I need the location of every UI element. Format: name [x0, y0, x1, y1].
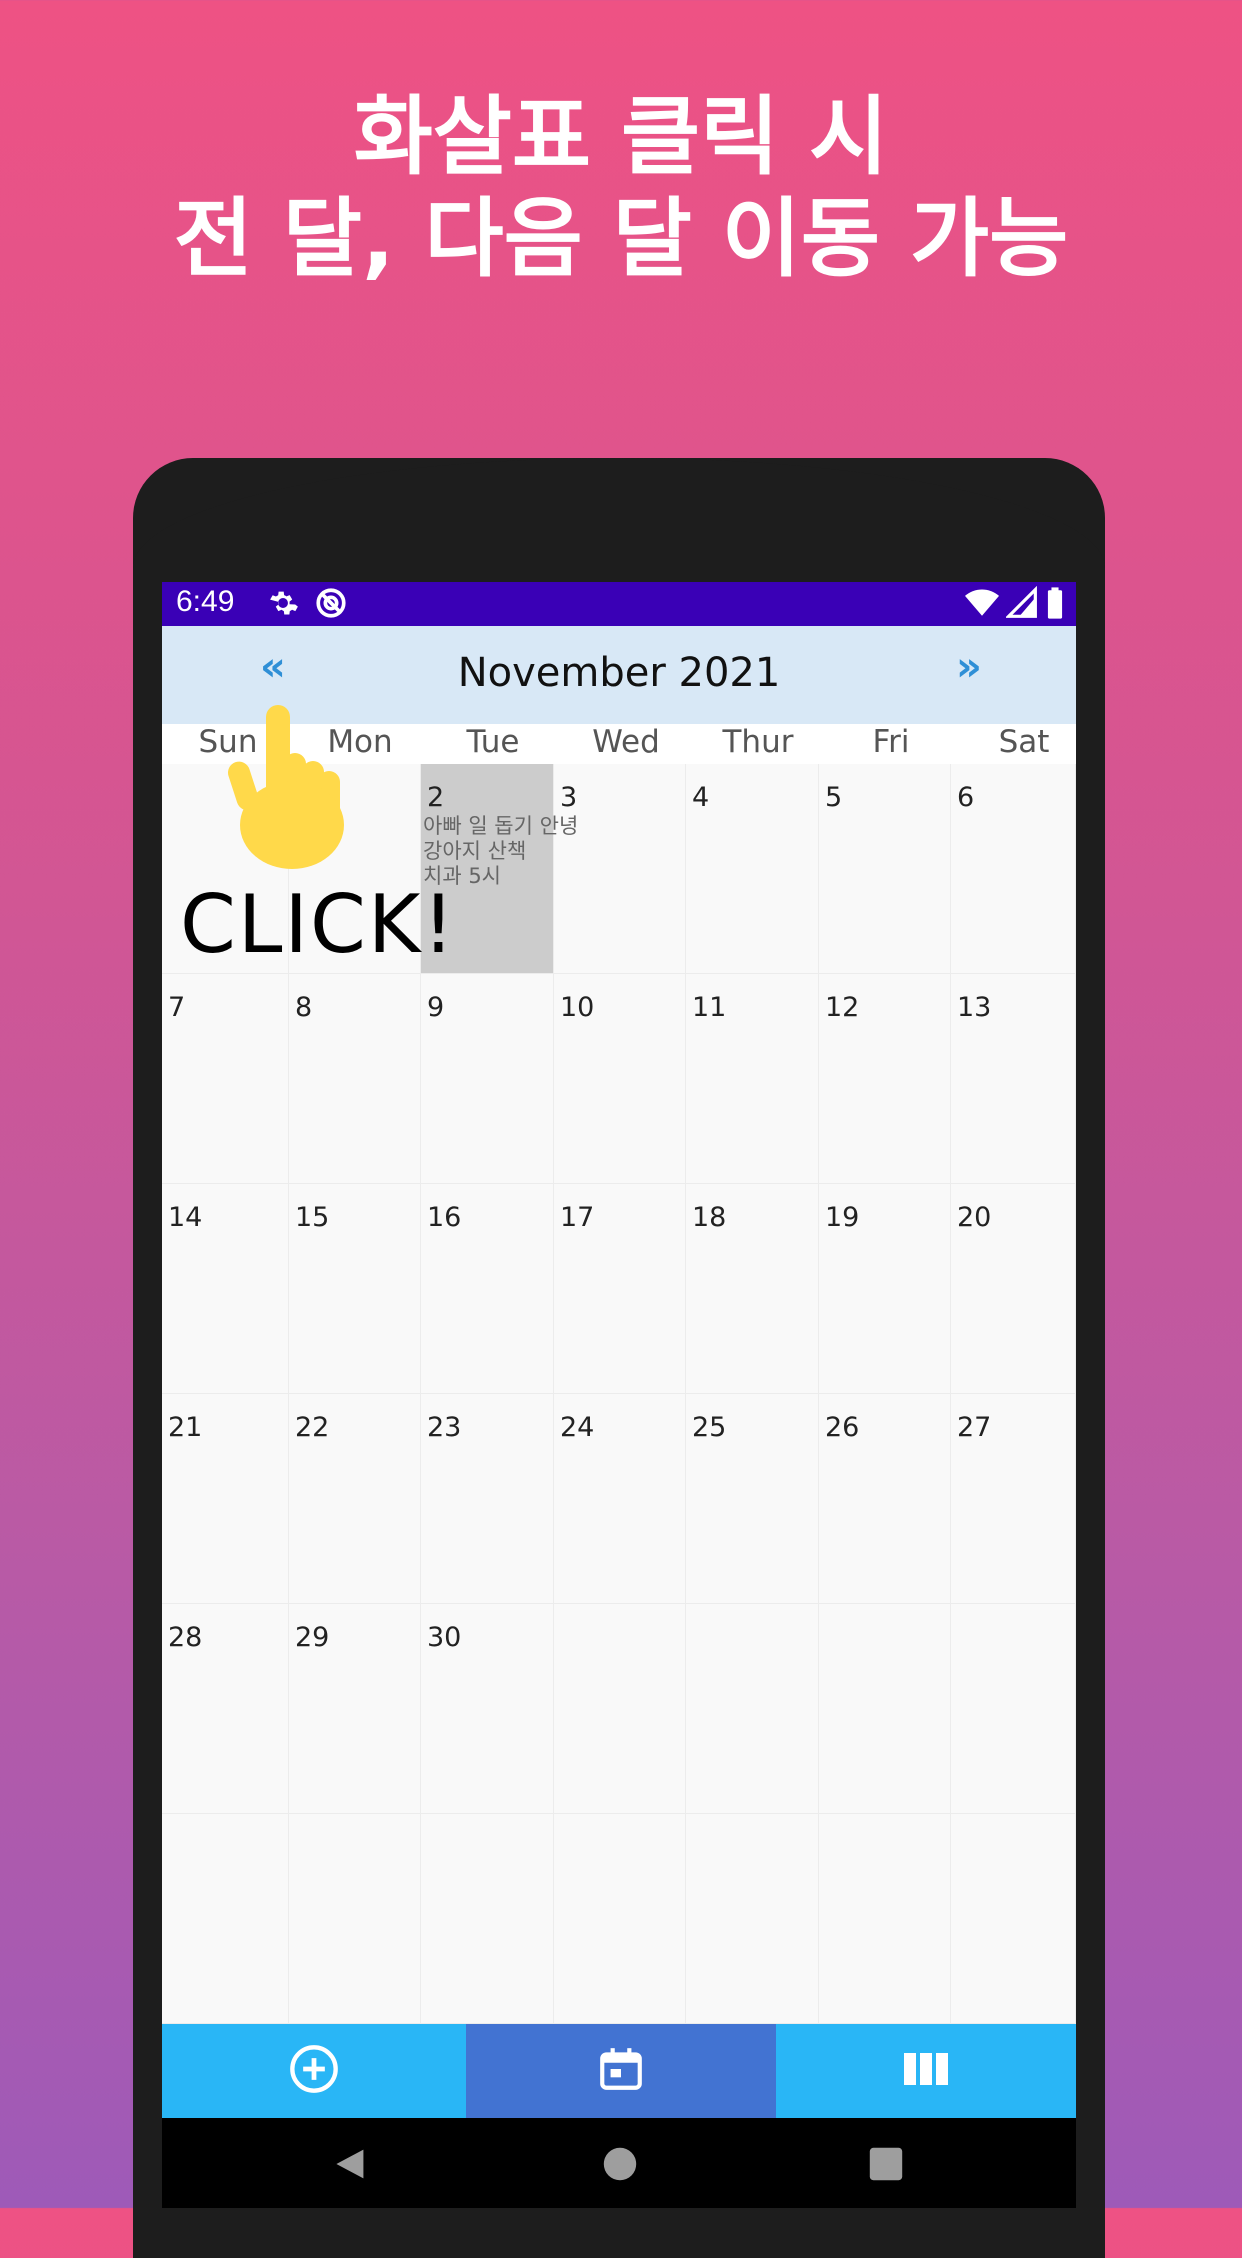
- day-number: 27: [957, 1412, 992, 1443]
- day-cell[interactable]: 8: [289, 974, 421, 1184]
- day-cell[interactable]: 29: [289, 1604, 421, 1814]
- gear-icon: [266, 586, 300, 628]
- day-cell[interactable]: 9: [421, 974, 554, 1184]
- day-cell[interactable]: 22: [289, 1394, 421, 1604]
- sync-icon: [314, 586, 348, 628]
- day-number: 10: [560, 992, 595, 1023]
- day-cell[interactable]: [951, 1814, 1076, 2024]
- day-number: 13: [957, 992, 992, 1023]
- day-number: 14: [168, 1202, 203, 1233]
- day-cell[interactable]: 12: [819, 974, 951, 1184]
- day-number: 22: [295, 1412, 330, 1443]
- tab-add[interactable]: [162, 2024, 466, 2118]
- day-number: 4: [692, 782, 710, 813]
- pointing-hand-icon: [218, 705, 348, 879]
- day-number: 28: [168, 1622, 203, 1653]
- add-circle-icon: [288, 2043, 340, 2099]
- day-cell[interactable]: 30: [421, 1604, 554, 1814]
- day-cell[interactable]: 26: [819, 1394, 951, 1604]
- weekday-sat: Sat: [998, 724, 1050, 760]
- day-cell[interactable]: 6: [951, 764, 1076, 974]
- weekday-tue: Tue: [466, 724, 520, 760]
- day-number: 30: [427, 1622, 462, 1653]
- day-number: 25: [692, 1412, 727, 1443]
- day-number: 29: [295, 1622, 330, 1653]
- day-number: 5: [825, 782, 843, 813]
- next-month-button[interactable]: »: [956, 644, 982, 690]
- day-cell[interactable]: 28: [162, 1604, 289, 1814]
- day-cell[interactable]: 20: [951, 1184, 1076, 1394]
- day-number: 26: [825, 1412, 860, 1443]
- day-number: 23: [427, 1412, 462, 1443]
- day-number: 9: [427, 992, 445, 1023]
- day-number: 19: [825, 1202, 860, 1233]
- day-cell[interactable]: 5: [819, 764, 951, 974]
- home-icon[interactable]: [602, 2146, 638, 2186]
- headline-line-1: 화살표 클릭 시: [353, 87, 889, 187]
- event-item: 아빠 일 돕기 안녕: [423, 814, 579, 838]
- day-number: 3: [560, 782, 578, 813]
- day-cell[interactable]: [819, 1604, 951, 1814]
- day-cell[interactable]: [289, 1814, 421, 2024]
- day-cell[interactable]: 13: [951, 974, 1076, 1184]
- click-annotation: CLICK!: [180, 878, 457, 971]
- day-cell[interactable]: 7: [162, 974, 289, 1184]
- weekday-thur: Thur: [722, 724, 794, 760]
- wifi-icon: [964, 586, 1000, 628]
- day-cell[interactable]: [421, 1814, 554, 2024]
- day-number: 11: [692, 992, 727, 1023]
- day-cell[interactable]: 23: [421, 1394, 554, 1604]
- day-number: 7: [168, 992, 186, 1023]
- calendar-icon: [596, 2044, 646, 2098]
- day-cell[interactable]: [554, 1604, 686, 1814]
- weekday-fri: Fri: [872, 724, 910, 760]
- day-cell[interactable]: 4: [686, 764, 819, 974]
- tab-columns[interactable]: [776, 2024, 1076, 2118]
- day-number: 20: [957, 1202, 992, 1233]
- day-cell[interactable]: 18: [686, 1184, 819, 1394]
- day-number: 2: [427, 782, 445, 813]
- day-cell[interactable]: [686, 1814, 819, 2024]
- battery-icon: [1044, 586, 1066, 628]
- day-number: 12: [825, 992, 860, 1023]
- back-icon[interactable]: [330, 2146, 368, 2186]
- day-cell[interactable]: 10: [554, 974, 686, 1184]
- day-number: 6: [957, 782, 975, 813]
- weekday-wed: Wed: [592, 724, 660, 760]
- promo-headline: 화살표 클릭 시 전 달, 다음 달 이동 가능: [0, 86, 1242, 290]
- day-cell[interactable]: 11: [686, 974, 819, 1184]
- day-number: 8: [295, 992, 313, 1023]
- recents-icon[interactable]: [868, 2146, 904, 2186]
- day-cell[interactable]: [162, 1814, 289, 2024]
- columns-icon: [901, 2049, 951, 2093]
- day-cell[interactable]: [819, 1814, 951, 2024]
- day-number: 21: [168, 1412, 203, 1443]
- day-number: 17: [560, 1202, 595, 1233]
- day-cell[interactable]: [951, 1604, 1076, 1814]
- bottom-navigation: [162, 2024, 1076, 2118]
- day-cell[interactable]: [686, 1604, 819, 1814]
- day-cell[interactable]: 27: [951, 1394, 1076, 1604]
- day-cell[interactable]: 24: [554, 1394, 686, 1604]
- signal-icon: [1004, 585, 1038, 628]
- headline-line-2: 전 달, 다음 달 이동 가능: [173, 189, 1069, 289]
- tab-calendar[interactable]: [466, 2024, 776, 2118]
- event-item: 강아지 산책: [423, 839, 527, 863]
- day-number: 18: [692, 1202, 727, 1233]
- day-cell[interactable]: 15: [289, 1184, 421, 1394]
- day-cell[interactable]: 14: [162, 1184, 289, 1394]
- day-cell[interactable]: 19: [819, 1184, 951, 1394]
- day-number: 16: [427, 1202, 462, 1233]
- day-cell[interactable]: [554, 1814, 686, 2024]
- month-title: November 2021: [457, 650, 781, 696]
- day-cell[interactable]: 17: [554, 1184, 686, 1394]
- day-cell[interactable]: 21: [162, 1394, 289, 1604]
- day-cell[interactable]: 16: [421, 1184, 554, 1394]
- day-cell[interactable]: 25: [686, 1394, 819, 1604]
- system-navigation-bar: [162, 2118, 1076, 2208]
- status-bar: 6:49: [162, 582, 1076, 626]
- status-time: 6:49: [176, 585, 235, 618]
- day-number: 15: [295, 1202, 330, 1233]
- day-number: 24: [560, 1412, 595, 1443]
